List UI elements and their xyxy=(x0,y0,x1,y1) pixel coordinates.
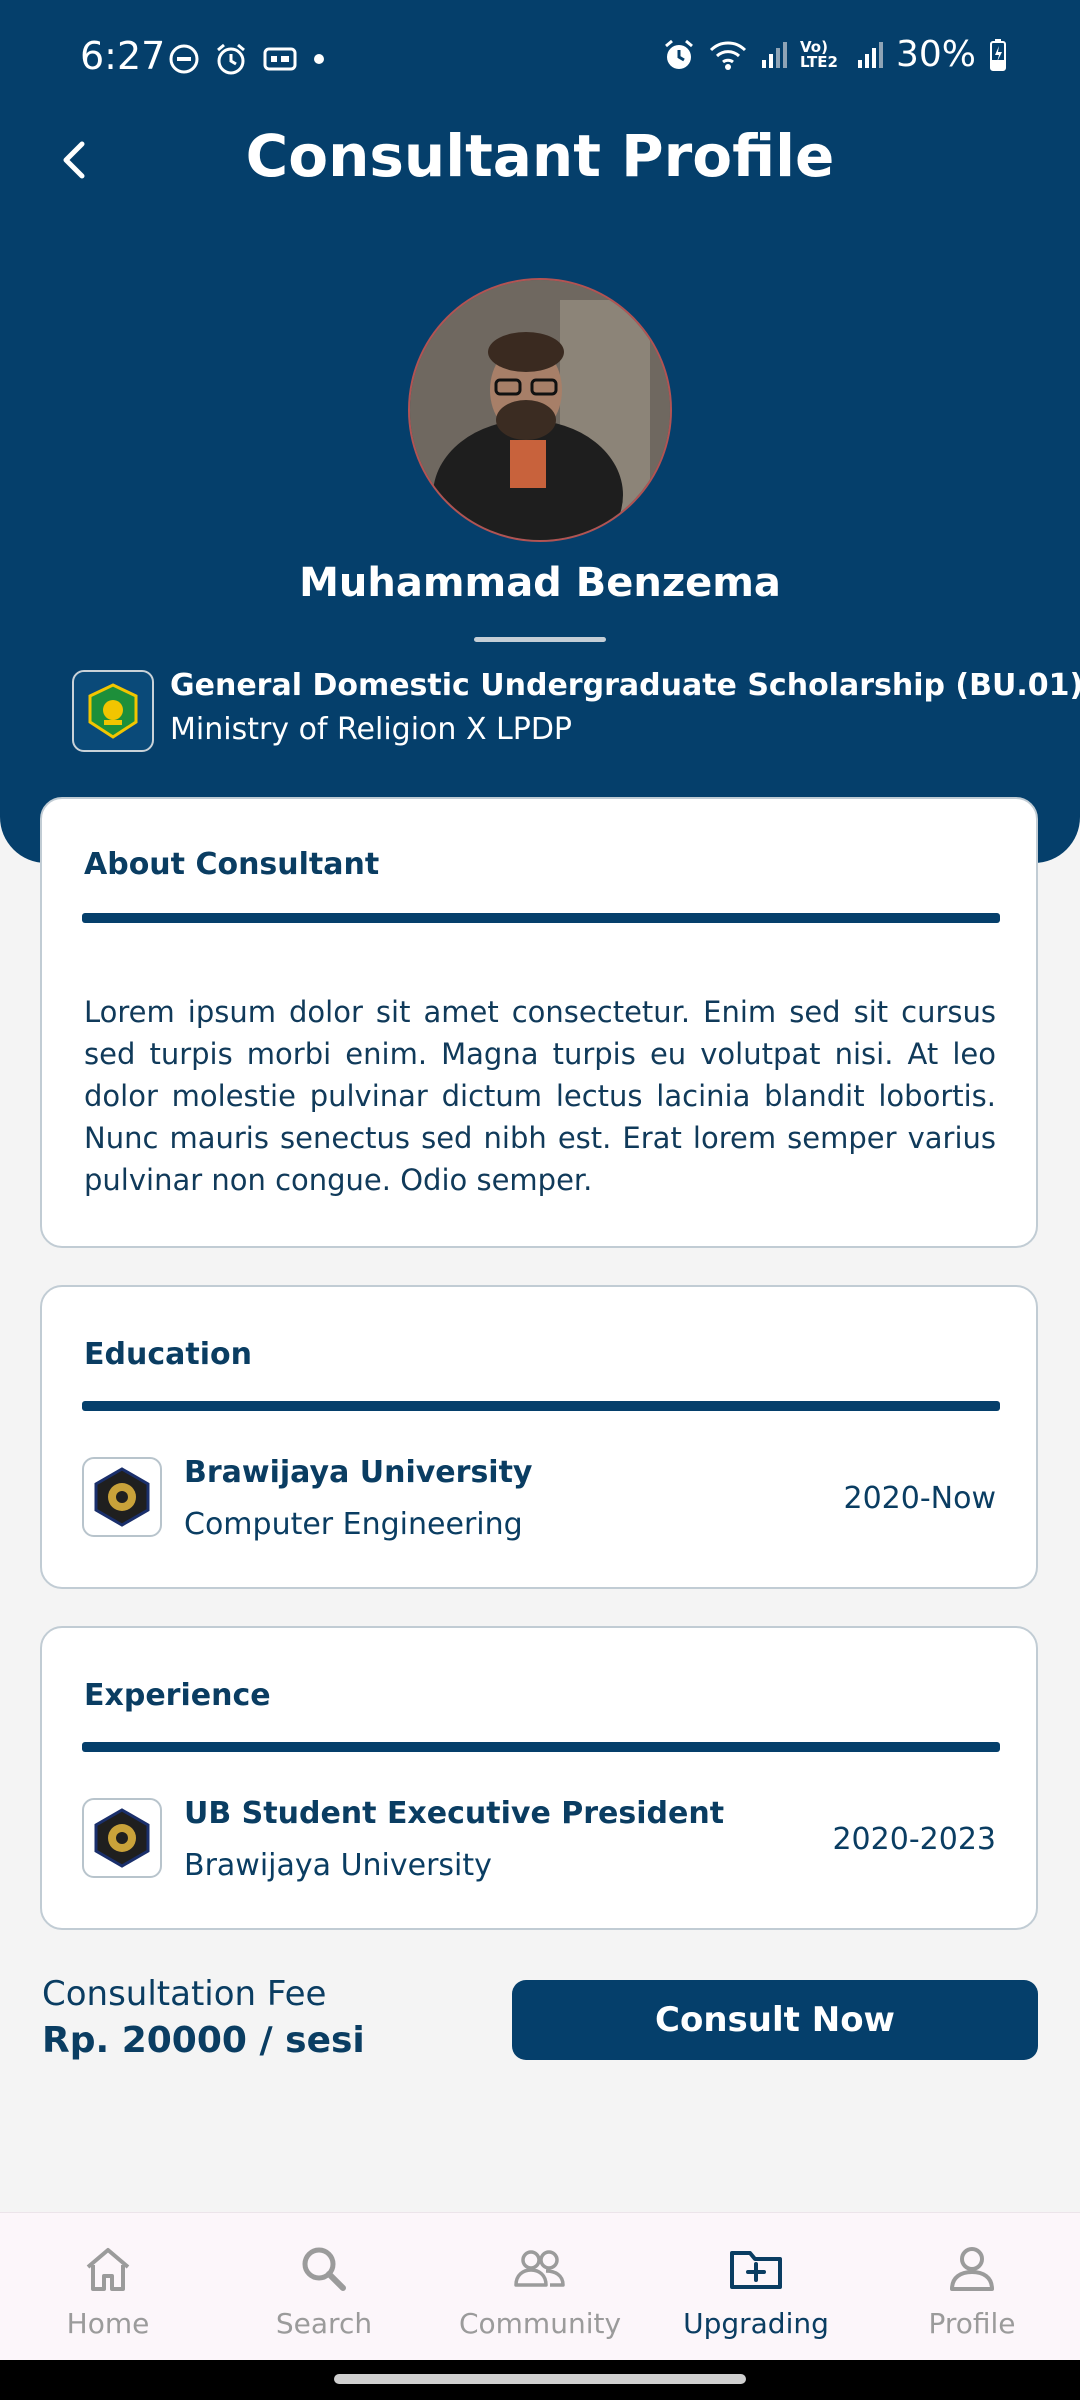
scholarship-logo xyxy=(72,670,154,752)
nav-label-upgrading: Upgrading xyxy=(683,2307,829,2340)
nav-item-home[interactable]: Home xyxy=(0,2213,216,2361)
experience-card: Experience UB Student Executive Presiden… xyxy=(40,1626,1038,1930)
consultant-name: Muhammad Benzema xyxy=(299,560,781,606)
nav-label-profile: Profile xyxy=(928,2307,1016,2340)
nav-label-search: Search xyxy=(275,2307,373,2340)
about-title: About Consultant xyxy=(84,847,380,882)
home-icon xyxy=(86,2248,130,2291)
alarm-icon xyxy=(217,43,245,75)
education-title: Education xyxy=(84,1337,252,1372)
nav-item-upgrading[interactable]: Upgrading xyxy=(648,2213,864,2361)
nav-label-community: Community xyxy=(458,2307,622,2340)
about-card: About Consultant Lorem ipsum dolor sit a… xyxy=(40,797,1038,1248)
education-major: Computer Engineering xyxy=(184,1507,523,1542)
search-icon xyxy=(302,2247,346,2291)
education-period: 2020-Now xyxy=(843,1481,996,1516)
scholarship-provider: Ministry of Religion X LPDP xyxy=(170,712,573,747)
experience-divider xyxy=(82,1742,1000,1752)
education-institution: Brawijaya University xyxy=(184,1455,533,1490)
university-emblem-icon xyxy=(94,1808,150,1868)
name-divider xyxy=(474,637,606,642)
status-time: 6:27 xyxy=(80,34,166,78)
consult-now-button[interactable]: Consult Now xyxy=(512,1980,1038,2060)
consultant-photo-icon xyxy=(410,280,670,540)
bottom-navigation: Home Search Community Upgrading Profile xyxy=(0,2212,1080,2361)
nav-label-home: Home xyxy=(66,2307,150,2340)
consultation-fee-value: Rp. 20000 / sesi xyxy=(42,2020,365,2061)
consultant-avatar xyxy=(408,278,672,542)
do-not-disturb-icon xyxy=(169,44,199,74)
experience-role: UB Student Executive President xyxy=(184,1796,725,1831)
battery-percent: 30% xyxy=(895,34,976,75)
education-card: Education Brawijaya University Computer … xyxy=(40,1285,1038,1589)
experience-organization: Brawijaya University xyxy=(184,1848,492,1883)
alarm-filled-icon xyxy=(665,39,693,69)
about-text: Lorem ipsum dolor sit amet consectetur. … xyxy=(84,995,996,1197)
experience-title: Experience xyxy=(84,1678,271,1713)
about-divider xyxy=(82,913,1000,923)
status-right-icons: Vo) LTE2 30% xyxy=(662,34,1008,75)
ministry-emblem-icon xyxy=(88,683,138,739)
nav-item-profile[interactable]: Profile xyxy=(864,2213,1080,2361)
folder-plus-icon xyxy=(730,2251,782,2289)
nav-item-search[interactable]: Search xyxy=(216,2213,432,2361)
signal-icon xyxy=(761,41,787,68)
nav-item-community[interactable]: Community xyxy=(432,2213,648,2361)
consultation-fee-label: Consultation Fee xyxy=(42,1974,327,2014)
university-emblem-icon xyxy=(94,1467,150,1527)
cast-icon xyxy=(263,47,297,71)
status-left-icons xyxy=(168,42,326,76)
status-bar: 6:27 Vo) LTE2 30% xyxy=(0,0,1080,120)
notification-dot-icon xyxy=(314,54,324,64)
organization-logo xyxy=(82,1798,162,1878)
person-icon xyxy=(950,2247,994,2291)
university-logo xyxy=(82,1457,162,1537)
scholarship-title: General Domestic Undergraduate Scholarsh… xyxy=(170,668,1080,703)
signal-2-icon xyxy=(857,41,883,68)
education-divider xyxy=(82,1401,1000,1411)
community-icon xyxy=(514,2250,565,2287)
experience-period: 2020-2023 xyxy=(832,1822,996,1857)
network-type-label: Vo) LTE2 xyxy=(799,37,838,71)
home-gesture-bar[interactable] xyxy=(334,2374,746,2384)
battery-charging-icon xyxy=(990,38,1006,71)
wifi-icon xyxy=(709,40,747,70)
page-title: Consultant Profile xyxy=(245,122,835,190)
